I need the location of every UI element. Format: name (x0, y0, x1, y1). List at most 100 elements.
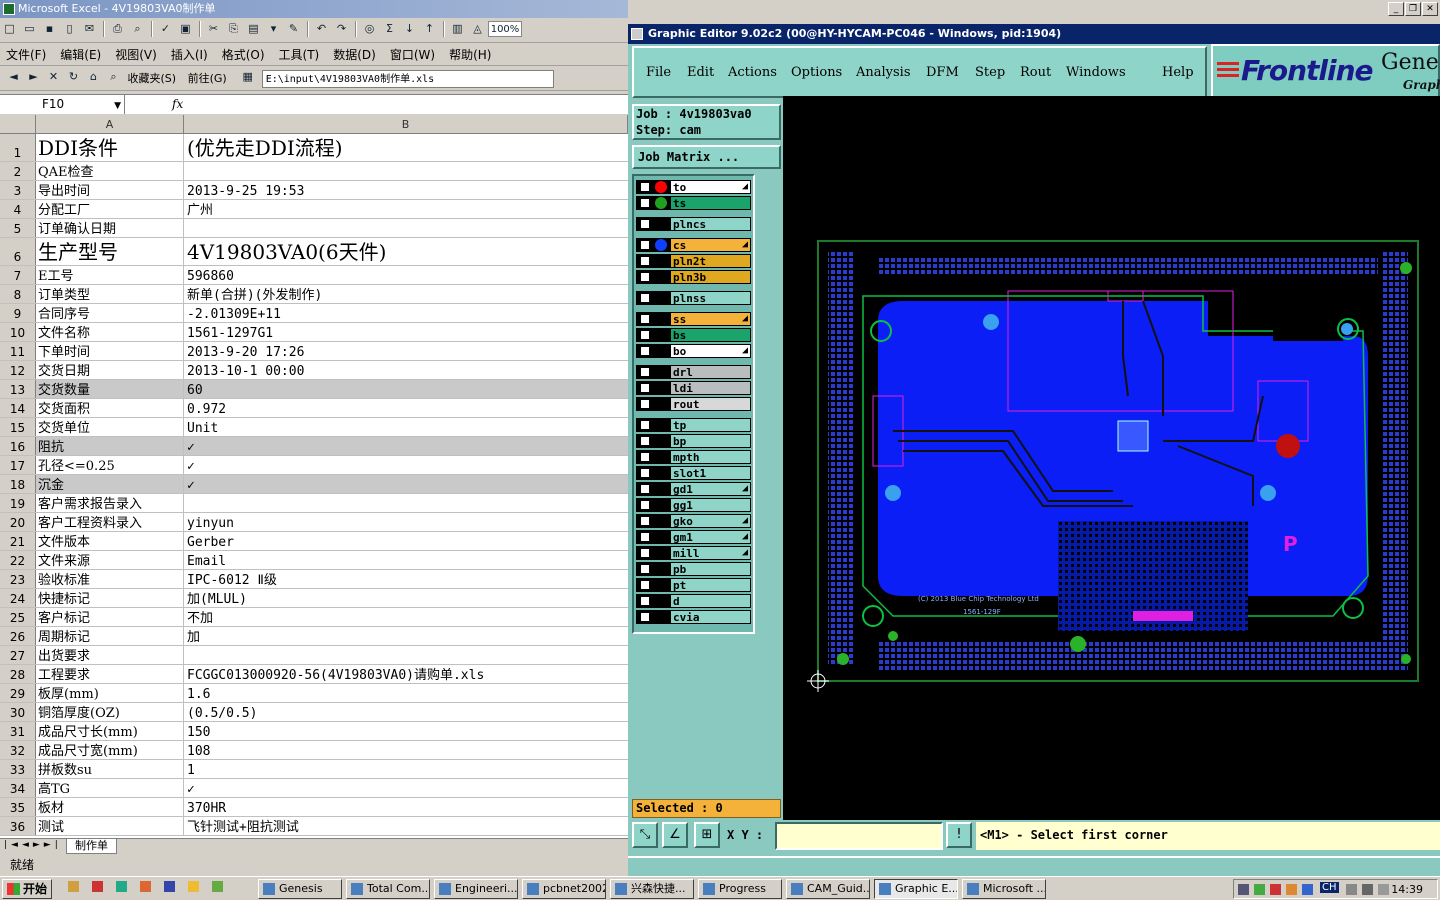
row-header[interactable]: 15 (0, 418, 36, 436)
spelling-icon[interactable]: ✓ (156, 20, 175, 38)
paste-icon[interactable]: ▤ (244, 20, 263, 38)
layer-name[interactable]: rout (670, 397, 751, 411)
row-header[interactable]: 18 (0, 475, 36, 493)
snap-grid-icon[interactable]: ⊞ (694, 822, 720, 848)
cell-a[interactable]: 验收标准 (36, 570, 184, 588)
row-header[interactable]: 1 (0, 134, 36, 161)
table-row[interactable]: 26 周期标记加 (0, 627, 628, 646)
table-row[interactable]: 35 板材 370HR (0, 798, 628, 817)
table-row[interactable]: 31 成品尺寸长(mm) 150 (0, 722, 628, 741)
menu-help[interactable]: 帮助(H) (449, 44, 491, 65)
cell-a[interactable]: 订单类型 (36, 285, 184, 303)
cell-a[interactable]: 交货单位 (36, 418, 184, 436)
address-field[interactable]: E:\input\4V19803VA0制作单.xls (261, 70, 554, 88)
back-icon[interactable]: ◄ (4, 68, 23, 86)
layer-name[interactable]: mill (670, 546, 751, 560)
layer-row-bs[interactable]: bs (636, 328, 751, 342)
cell-b[interactable]: 不加 (184, 608, 628, 626)
layer-name[interactable]: to (670, 180, 751, 194)
cell-b[interactable] (184, 494, 628, 512)
cell-b[interactable]: 150 (184, 722, 628, 740)
layer-row-tp[interactable]: tp (636, 418, 751, 432)
autosum-icon[interactable]: Σ (380, 20, 399, 38)
layer-checkbox[interactable] (640, 219, 650, 229)
table-row[interactable]: 14 交货面积 0.972 (0, 399, 628, 418)
cell-b[interactable]: 108 (184, 741, 628, 759)
menu-windows[interactable]: Windows (1066, 65, 1126, 80)
taskbar-button[interactable]: Engineeri... (434, 879, 518, 899)
row-header[interactable]: 2 (0, 162, 36, 180)
select-all-corner[interactable] (0, 115, 36, 134)
row-header[interactable]: 10 (0, 323, 36, 341)
layer-checkbox[interactable] (640, 198, 650, 208)
layer-checkbox[interactable] (640, 452, 650, 462)
cell-b[interactable] (184, 646, 628, 664)
cell-a[interactable]: DDI条件 (36, 134, 184, 161)
network-icon[interactable] (1238, 884, 1249, 895)
quicklaunch-icon[interactable] (68, 881, 79, 892)
cell-b[interactable]: yinyun (184, 513, 628, 531)
redo-icon[interactable]: ↷ (332, 20, 351, 38)
layer-name[interactable]: pt (670, 578, 751, 592)
cell-a[interactable]: 铜箔厚度(OZ) (36, 703, 184, 721)
email-icon[interactable]: ✉ (80, 20, 99, 38)
cell-b[interactable]: ✓ (184, 779, 628, 797)
stop-icon[interactable]: ✕ (44, 68, 63, 86)
layer-row-ldi[interactable]: ldi (636, 381, 751, 395)
table-row[interactable]: 30 铜箔厚度(OZ) (0.5/0.5) (0, 703, 628, 722)
quicklaunch-icon[interactable] (188, 881, 199, 892)
start-button[interactable]: 开始 (2, 879, 52, 899)
tray-icon[interactable] (1378, 884, 1389, 895)
cell-a[interactable]: 孔径<=0.25 (36, 456, 184, 474)
cell-a[interactable]: 交货面积 (36, 399, 184, 417)
row-header[interactable]: 17 (0, 456, 36, 474)
layer-name[interactable]: bo (670, 344, 751, 358)
table-row[interactable]: 22 文件来源 Email (0, 551, 628, 570)
cell-a[interactable]: 订单确认日期 (36, 219, 184, 237)
cell-a[interactable]: 文件版本 (36, 532, 184, 550)
cell-b[interactable]: 60 (184, 380, 628, 398)
layer-row-cs[interactable]: cs ◢ (636, 238, 751, 252)
layer-name[interactable]: plnss (670, 291, 751, 305)
coordinate-input[interactable] (775, 822, 943, 850)
tray-icon[interactable] (1286, 884, 1297, 895)
cell-a[interactable]: 导出时间 (36, 181, 184, 199)
genesis-titlebar[interactable]: Graphic Editor 9.02c2 (00@HY-HYCAM-PC046… (628, 24, 1440, 44)
row-header[interactable]: 35 (0, 798, 36, 816)
row-header[interactable]: 3 (0, 181, 36, 199)
layer-checkbox[interactable] (640, 468, 650, 478)
cell-b[interactable]: 新单(合拼)(外发制作) (184, 285, 628, 303)
layer-checkbox[interactable] (640, 420, 650, 430)
layer-row-to[interactable]: to ◢ (636, 180, 751, 194)
layer-name[interactable]: gko (670, 514, 751, 528)
layer-name[interactable]: ss (670, 312, 751, 326)
taskbar-button[interactable]: Genesis (258, 879, 342, 899)
cell-a[interactable]: 生产型号 (36, 238, 184, 265)
layer-row-mpth[interactable]: mpth (636, 450, 751, 464)
layer-checkbox[interactable] (640, 612, 650, 622)
sheet-nav-arrows-icon[interactable]: |◄◄►►| (4, 840, 62, 850)
research-icon[interactable]: ▣ (176, 20, 195, 38)
table-row[interactable]: 25 客户标记 不加 (0, 608, 628, 627)
row-header[interactable]: 28 (0, 665, 36, 683)
table-row[interactable]: 19 客户需求报告录入 (0, 494, 628, 513)
layer-checkbox[interactable] (640, 484, 650, 494)
cell-b[interactable]: Email (184, 551, 628, 569)
permission-icon[interactable]: ▯ (60, 20, 79, 38)
cell-a[interactable]: 阻抗 (36, 437, 184, 455)
tray-icon[interactable] (1362, 884, 1373, 895)
layer-checkbox[interactable] (640, 564, 650, 574)
cell-b[interactable]: 飞针测试+阻抗测试 (184, 817, 628, 835)
menu-file[interactable]: File (646, 65, 671, 80)
menu-view[interactable]: 视图(V) (115, 44, 157, 65)
layer-name[interactable]: d (670, 594, 751, 608)
quicklaunch-icon[interactable] (212, 881, 223, 892)
taskbar-button[interactable]: Microsoft ... (962, 879, 1046, 899)
layer-checkbox[interactable] (640, 330, 650, 340)
layer-name[interactable]: slot1 (670, 466, 751, 480)
table-row[interactable]: 32 成品尺寸宽(mm) 108 (0, 741, 628, 760)
row-header[interactable]: 19 (0, 494, 36, 512)
layer-checkbox[interactable] (640, 272, 650, 282)
layer-row-gko[interactable]: gko ◢ (636, 514, 751, 528)
cell-b[interactable]: ✓ (184, 437, 628, 455)
